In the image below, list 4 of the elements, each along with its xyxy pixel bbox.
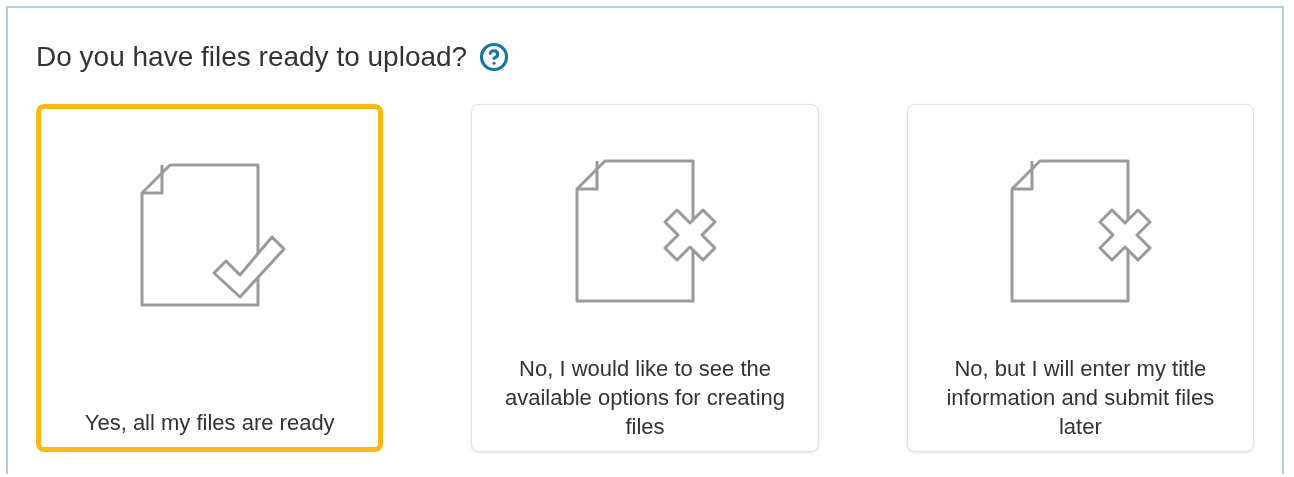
option-card[interactable]: No, but I will enter my title information and submit files later bbox=[906, 104, 1254, 452]
option-card[interactable]: No, I would like to see the available options for creating files bbox=[471, 104, 819, 452]
option-card[interactable]: Yes, all my files are ready bbox=[36, 104, 384, 452]
question-title: Do you have files ready to upload? bbox=[36, 40, 468, 74]
